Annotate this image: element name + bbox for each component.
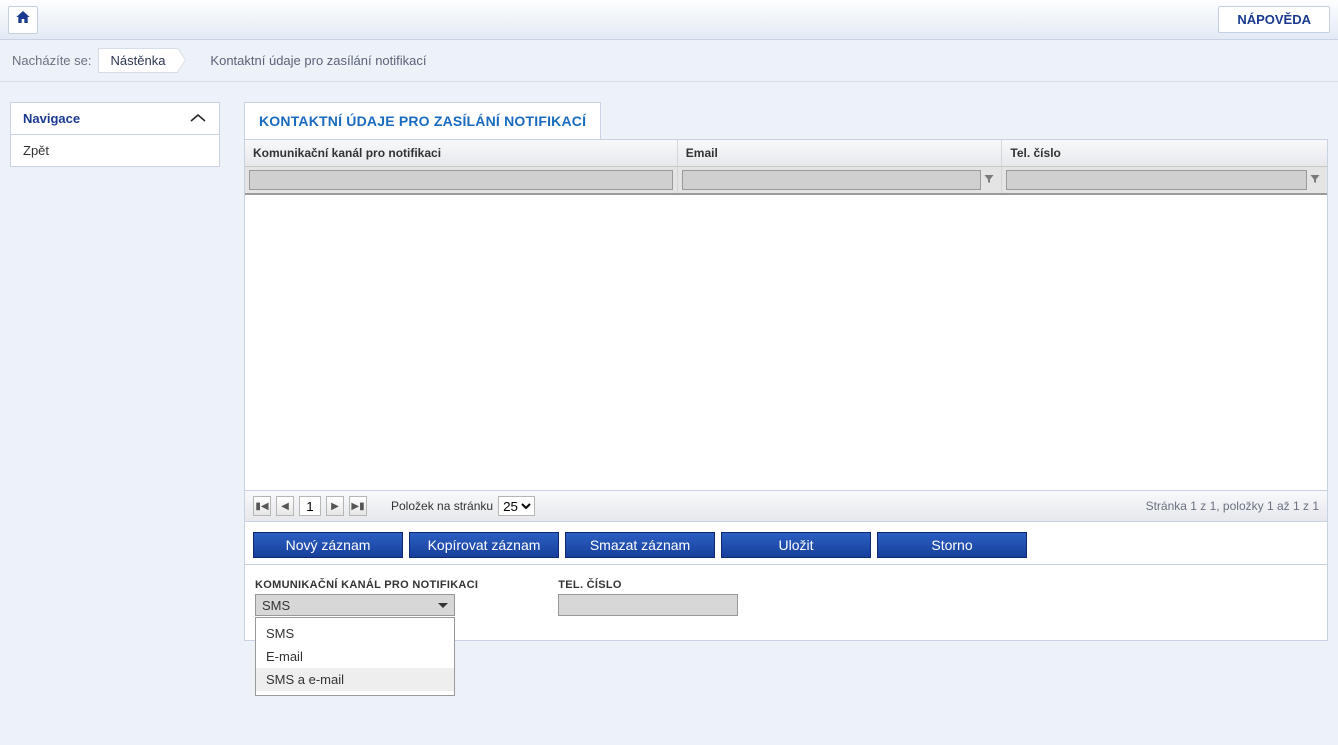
filter-email-input[interactable]	[682, 170, 982, 190]
filter-icon[interactable]	[1309, 173, 1323, 187]
form-row: KOMUNIKAČNÍ KANÁL PRO NOTIFIKACI SMS SMS…	[244, 565, 1328, 641]
breadcrumb: Nacházíte se: Nástěnka Kontaktní údaje p…	[0, 40, 1338, 82]
channel-combo-value: SMS	[262, 598, 290, 613]
pager-last-button[interactable]: ▶▮	[349, 496, 367, 516]
grid-header-channel[interactable]: Komunikační kanál pro notifikaci	[245, 140, 678, 166]
grid-filter-row	[245, 167, 1327, 195]
breadcrumb-label: Nacházíte se:	[12, 53, 92, 68]
nav-panel: Navigace Zpět	[10, 102, 220, 167]
chevron-down-icon	[438, 603, 448, 608]
home-icon	[15, 9, 31, 30]
chevron-up-icon	[189, 111, 207, 126]
copy-record-button[interactable]: Kopírovat záznam	[409, 532, 559, 558]
channel-label: KOMUNIKAČNÍ KANÁL PRO NOTIFIKACI	[255, 579, 478, 591]
channel-option-sms-email[interactable]: SMS a e-mail	[256, 668, 454, 691]
grid-pager: ▮◀ ◀ ▶ ▶▮ Položek na stránku 25 Stránka …	[245, 490, 1327, 521]
pager-first-button[interactable]: ▮◀	[253, 496, 271, 516]
phone-label: TEL. ČÍSLO	[558, 579, 738, 591]
pager-info: Stránka 1 z 1, položky 1 až 1 z 1	[1146, 499, 1319, 513]
channel-combo[interactable]: SMS SMS E-mail SMS a e-mail	[255, 594, 455, 616]
filter-phone-input[interactable]	[1006, 170, 1307, 190]
sidebar: Navigace Zpět	[10, 102, 220, 641]
breadcrumb-item-current: Kontaktní údaje pro zasílání notifikací	[198, 49, 438, 72]
phone-input[interactable]	[558, 594, 738, 616]
channel-dropdown: SMS E-mail SMS a e-mail	[255, 617, 455, 696]
channel-field: KOMUNIKAČNÍ KANÁL PRO NOTIFIKACI SMS SMS…	[255, 579, 478, 616]
filter-channel-input[interactable]	[249, 170, 673, 190]
phone-field: TEL. ČÍSLO	[558, 579, 738, 616]
pager-page-input[interactable]	[299, 496, 321, 516]
grid-panel: Komunikační kanál pro notifikaci Email T…	[244, 139, 1328, 522]
panel-title: KONTAKTNÍ ÚDAJE PRO ZASÍLÁNÍ NOTIFIKACÍ	[244, 102, 601, 139]
breadcrumb-item-dashboard[interactable]: Nástěnka	[98, 48, 179, 73]
channel-option-sms[interactable]: SMS	[256, 622, 454, 645]
pager-items-select[interactable]: 25	[498, 496, 535, 516]
nav-title: Navigace	[23, 111, 80, 126]
pager-next-button[interactable]: ▶	[326, 496, 344, 516]
nav-header[interactable]: Navigace	[11, 103, 219, 135]
nav-item-back[interactable]: Zpět	[11, 135, 219, 166]
home-button[interactable]	[8, 6, 38, 34]
top-bar: NÁPOVĚDA	[0, 0, 1338, 40]
delete-record-button[interactable]: Smazat záznam	[565, 532, 715, 558]
pager-items-label: Položek na stránku	[391, 499, 493, 513]
help-button[interactable]: NÁPOVĚDA	[1218, 6, 1330, 33]
new-record-button[interactable]: Nový záznam	[253, 532, 403, 558]
filter-icon[interactable]	[983, 173, 997, 187]
content: KONTAKTNÍ ÚDAJE PRO ZASÍLÁNÍ NOTIFIKACÍ …	[244, 102, 1328, 641]
pager-prev-button[interactable]: ◀	[276, 496, 294, 516]
grid-header-phone[interactable]: Tel. číslo	[1002, 140, 1327, 166]
channel-option-email[interactable]: E-mail	[256, 645, 454, 668]
save-button[interactable]: Uložit	[721, 532, 871, 558]
action-bar: Nový záznam Kopírovat záznam Smazat zázn…	[244, 522, 1328, 565]
grid-header-email[interactable]: Email	[678, 140, 1003, 166]
grid-header-row: Komunikační kanál pro notifikaci Email T…	[245, 140, 1327, 167]
grid-body	[245, 195, 1327, 490]
cancel-button[interactable]: Storno	[877, 532, 1027, 558]
